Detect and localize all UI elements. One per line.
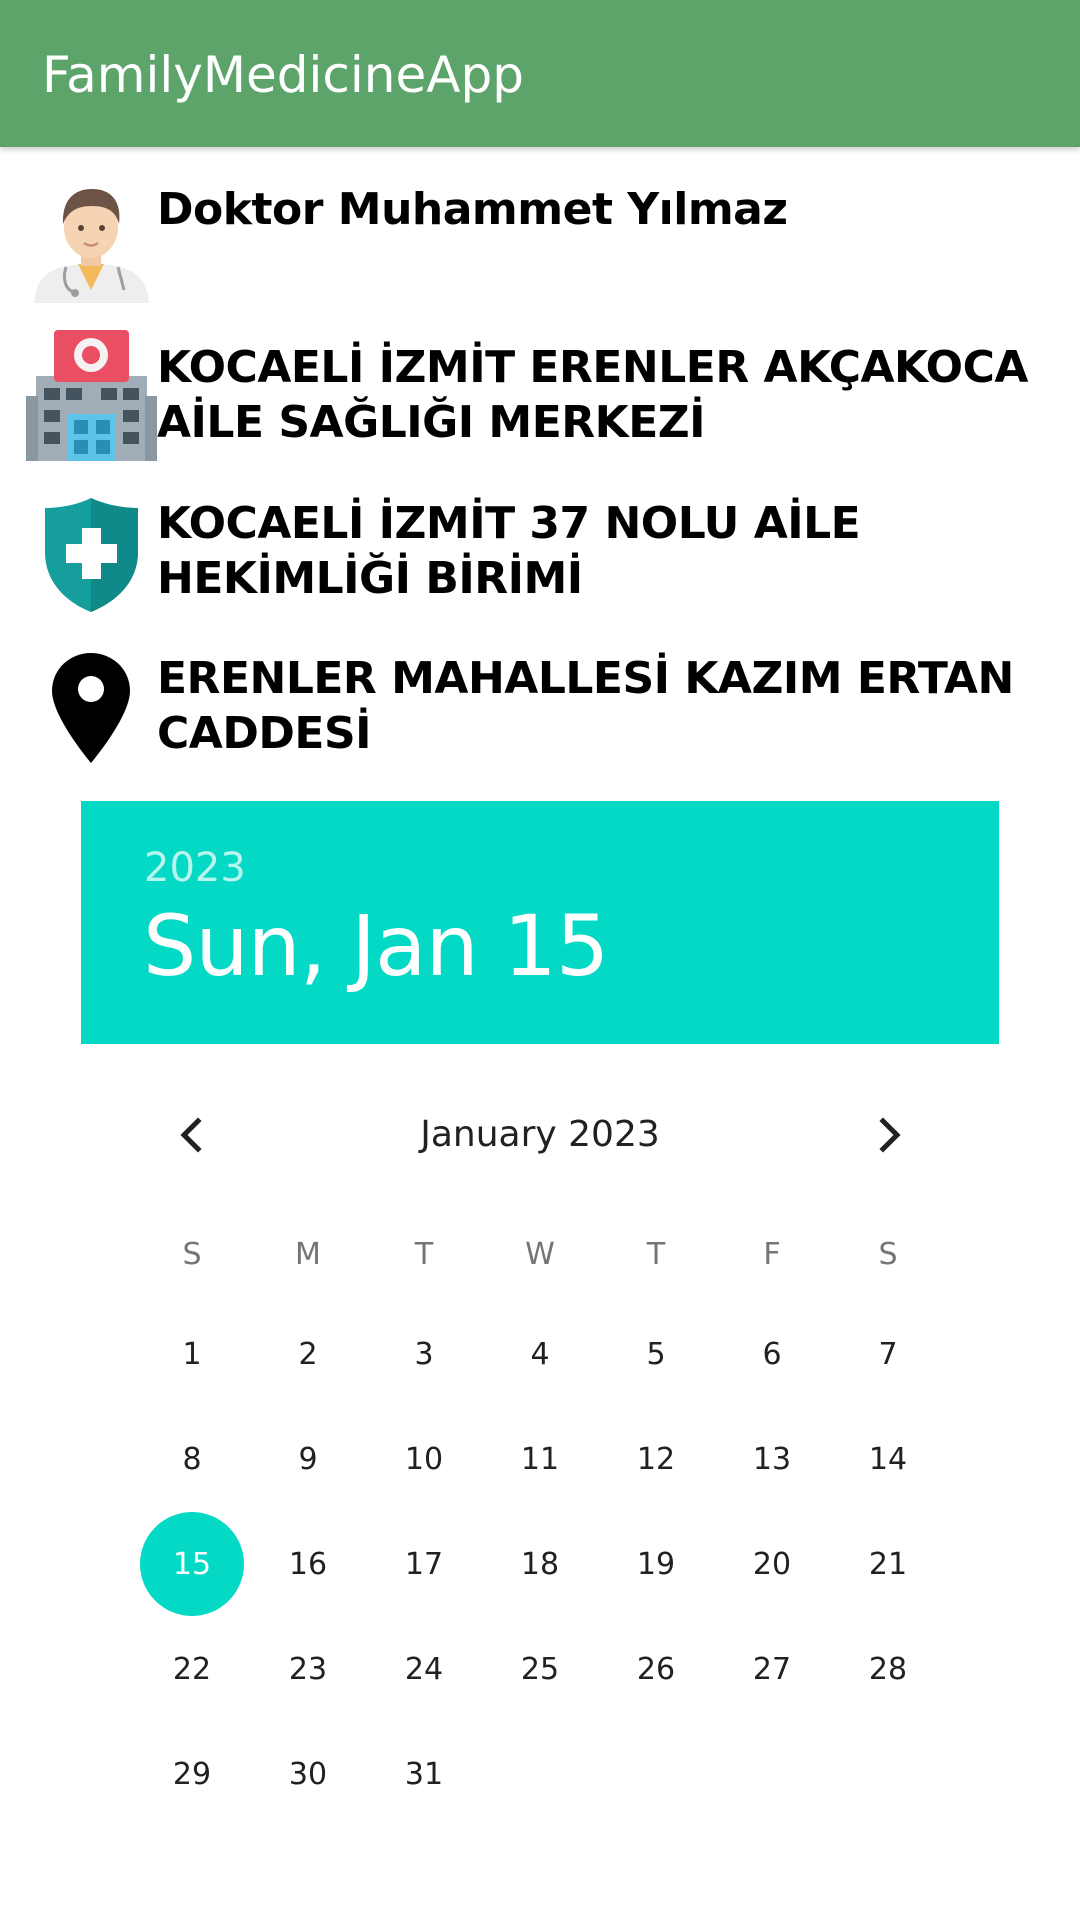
weekday-label: T — [646, 1236, 666, 1272]
app-bar: FamilyMedicineApp — [0, 0, 1080, 147]
calendar-day[interactable]: 18 — [488, 1512, 592, 1616]
calendar-day[interactable]: 24 — [372, 1617, 476, 1721]
health-center-name: KOCAELİ İZMİT ERENLER AKÇAKOCA AİLE SAĞL… — [157, 342, 1028, 448]
calendar-day[interactable]: 23 — [256, 1617, 360, 1721]
weekday-label: T — [414, 1236, 434, 1272]
selected-date[interactable]: Sun, Jan 15 — [143, 897, 609, 995]
unit-row: KOCAELİ İZMİT 37 NOLU AİLE HEKİMLİĞİ BİR… — [0, 488, 1080, 619]
location-pin-icon — [26, 645, 157, 776]
calendar-day-selected[interactable]: 15 — [140, 1512, 244, 1616]
calendar-day[interactable]: 11 — [488, 1407, 592, 1511]
doctor-name: Doktor Muhammet Yılmaz — [157, 184, 788, 235]
weekday-label: S — [878, 1236, 898, 1272]
calendar-day[interactable]: 13 — [720, 1407, 824, 1511]
calendar-day[interactable]: 14 — [836, 1407, 940, 1511]
calendar-day[interactable]: 20 — [720, 1512, 824, 1616]
calendar-day[interactable]: 9 — [256, 1407, 360, 1511]
calendar-day[interactable]: 31 — [372, 1722, 476, 1826]
calendar-day[interactable]: 19 — [604, 1512, 708, 1616]
selected-year[interactable]: 2023 — [144, 845, 246, 891]
calendar-day[interactable]: 12 — [604, 1407, 708, 1511]
calendar-day[interactable]: 4 — [488, 1302, 592, 1406]
calendar-day[interactable]: 6 — [720, 1302, 824, 1406]
address-row: ERENLER MAHALLESİ KAZIM ERTAN CADDESİ — [0, 645, 1080, 776]
calendar-day[interactable]: 16 — [256, 1512, 360, 1616]
calendar-day[interactable]: 25 — [488, 1617, 592, 1721]
chevron-right-icon — [879, 1117, 901, 1153]
calendar-day[interactable]: 27 — [720, 1617, 824, 1721]
calendar-day[interactable]: 30 — [256, 1722, 360, 1826]
app-title: FamilyMedicineApp — [42, 46, 524, 104]
unit-name: KOCAELİ İZMİT 37 NOLU AİLE HEKİMLİĞİ BİR… — [157, 498, 861, 604]
calendar-day[interactable]: 10 — [372, 1407, 476, 1511]
weekday-label: W — [525, 1236, 555, 1272]
calendar-day[interactable]: 28 — [836, 1617, 940, 1721]
calendar-day[interactable]: 26 — [604, 1617, 708, 1721]
calendar-day[interactable]: 2 — [256, 1302, 360, 1406]
calendar-day[interactable]: 29 — [140, 1722, 244, 1826]
calendar-day[interactable]: 22 — [140, 1617, 244, 1721]
doctor-row: Doktor Muhammet Yılmaz — [0, 172, 1080, 303]
calendar-day[interactable]: 21 — [836, 1512, 940, 1616]
calendar-day[interactable]: 5 — [604, 1302, 708, 1406]
medical-shield-icon — [26, 488, 157, 619]
calendar-day[interactable]: 3 — [372, 1302, 476, 1406]
date-picker-header: 2023 Sun, Jan 15 — [81, 801, 999, 1044]
weekday-label: S — [182, 1236, 202, 1272]
calendar-day[interactable]: 17 — [372, 1512, 476, 1616]
month-navigation: January 2023 — [81, 1100, 999, 1170]
weekday-label: F — [763, 1236, 781, 1272]
calendar-day[interactable]: 1 — [140, 1302, 244, 1406]
health-center-row: KOCAELİ İZMİT ERENLER AKÇAKOCA AİLE SAĞL… — [0, 330, 1080, 461]
next-month-button[interactable] — [854, 1100, 924, 1170]
calendar-day[interactable]: 7 — [836, 1302, 940, 1406]
address-text: ERENLER MAHALLESİ KAZIM ERTAN CADDESİ — [157, 653, 1014, 759]
doctor-avatar-icon — [26, 172, 157, 303]
calendar-day[interactable]: 8 — [140, 1407, 244, 1511]
hospital-building-icon — [26, 330, 157, 461]
weekday-label: M — [295, 1236, 321, 1272]
